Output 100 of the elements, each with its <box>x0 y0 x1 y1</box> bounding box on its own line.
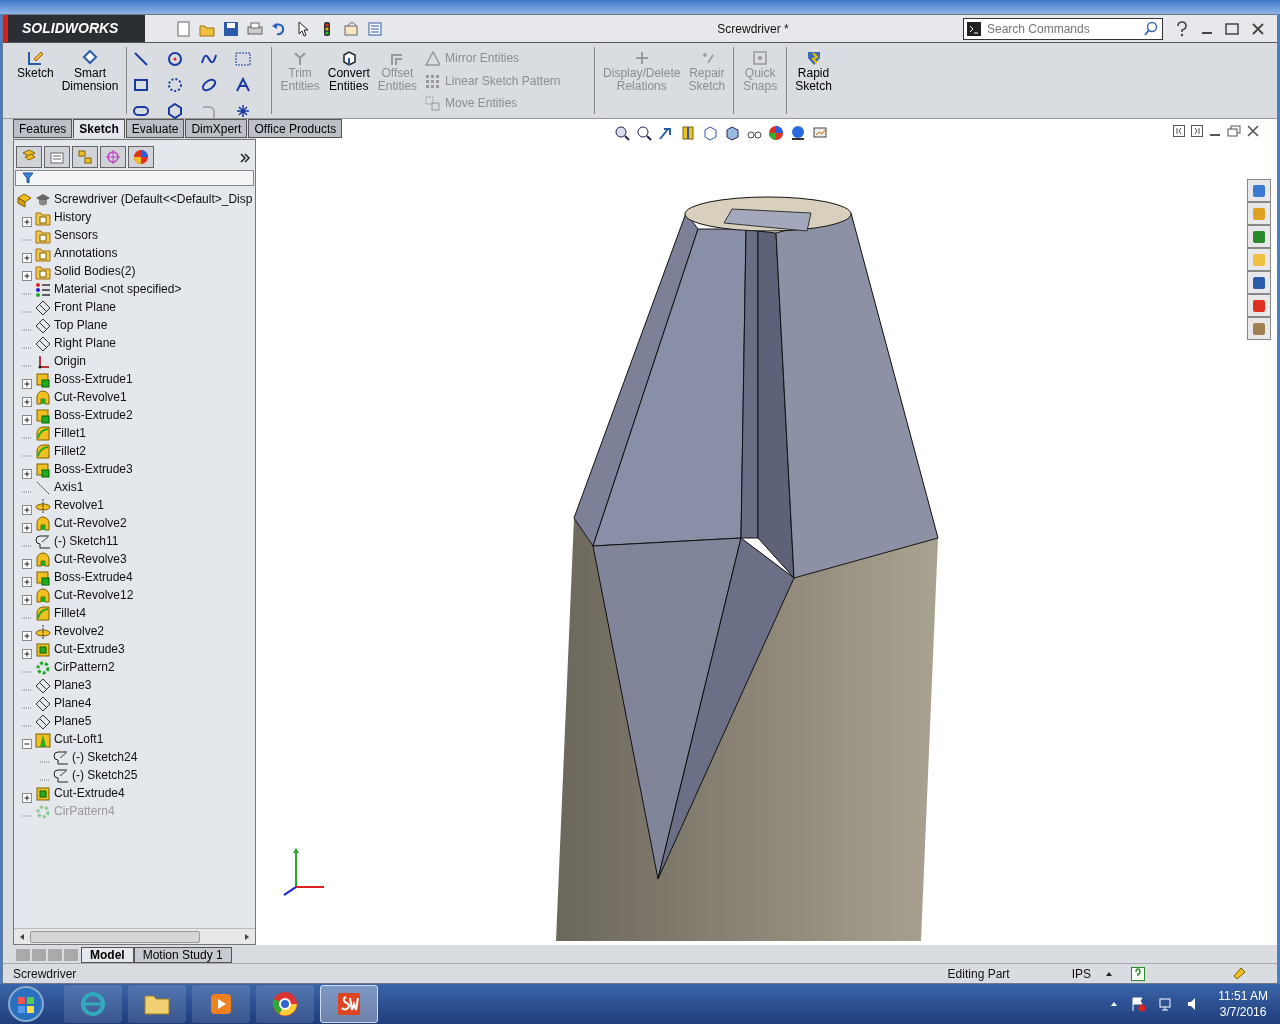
expand-icon[interactable] <box>22 414 32 425</box>
tab[interactable]: Motion Study 1 <box>133 947 232 963</box>
tree-item[interactable]: History <box>54 208 92 226</box>
tab[interactable]: DimXpert <box>185 119 248 138</box>
tree-item[interactable]: Top Plane <box>54 316 108 334</box>
tree-item[interactable]: Revolve1 <box>54 496 105 514</box>
scene-icon[interactable] <box>790 124 806 141</box>
tab[interactable]: Model <box>81 947 134 963</box>
close-icon[interactable] <box>1247 125 1259 137</box>
view-orientation-icon[interactable] <box>702 124 718 141</box>
tree-item[interactable]: (-) Sketch24 <box>72 748 138 766</box>
search-field[interactable]: Search Commands <box>984 17 1140 40</box>
property-manager-icon[interactable] <box>49 149 65 165</box>
tree-item[interactable]: Material <not specified> <box>54 280 182 298</box>
select-arrow-icon[interactable] <box>295 21 311 38</box>
ribbon-button[interactable]: Rapid Sketch <box>793 47 834 114</box>
split-view-icon[interactable] <box>1191 125 1203 137</box>
tree-item[interactable]: Plane5 <box>54 712 92 730</box>
ellipse-tool-icon[interactable] <box>201 76 218 93</box>
tab[interactable]: Office Products <box>248 119 343 138</box>
appearance-icon[interactable] <box>768 124 784 141</box>
scrollbar-thumb[interactable] <box>30 930 200 943</box>
text-tool-icon[interactable] <box>235 76 252 93</box>
show-hidden-icons-icon[interactable] <box>1110 1000 1119 1008</box>
tree-item[interactable]: Plane4 <box>54 694 92 712</box>
expand-icon[interactable] <box>22 630 32 641</box>
tree-item[interactable]: Cut-Extrude4 <box>54 784 125 802</box>
maximize-icon[interactable] <box>1225 21 1239 36</box>
point-tool-icon[interactable] <box>235 102 252 119</box>
ribbon-button[interactable]: Smart Dimension <box>59 47 121 114</box>
tree-item[interactable]: Front Plane <box>54 298 117 316</box>
tree-item[interactable]: CirPattern2 <box>54 658 115 676</box>
print-icon[interactable] <box>247 21 263 38</box>
tree-item[interactable]: Origin <box>54 352 86 370</box>
tree-item[interactable]: Boss-Extrude4 <box>54 568 133 586</box>
cad-app-icon[interactable] <box>335 990 363 1018</box>
tree-item[interactable]: Sensors <box>54 226 99 244</box>
expand-icon[interactable] <box>22 252 32 263</box>
expand-icon[interactable] <box>22 522 32 533</box>
tree-item[interactable]: (-) Sketch25 <box>72 766 138 784</box>
appearance-icon[interactable] <box>133 149 149 165</box>
tree-item[interactable]: Screwdriver (Default<<Default>_Disp <box>54 190 253 208</box>
tree-item[interactable]: Boss-Extrude3 <box>54 460 133 478</box>
expand-icon[interactable] <box>22 216 32 227</box>
rectangle-tool-icon[interactable] <box>133 76 150 93</box>
custom-properties-icon[interactable] <box>1251 320 1267 337</box>
display-style-icon[interactable] <box>724 124 740 141</box>
tab[interactable]: Sketch <box>73 119 125 138</box>
browser-icon[interactable] <box>79 990 107 1018</box>
tree-item[interactable]: Fillet4 <box>54 604 86 622</box>
tree-item[interactable]: Solid Bodies(2) <box>54 262 136 280</box>
tree-item[interactable]: Cut-Extrude3 <box>54 640 125 658</box>
tree-item[interactable]: Cut-Loft1 <box>54 730 104 748</box>
expand-icon[interactable] <box>22 396 32 407</box>
scroll-left-icon[interactable] <box>18 932 26 941</box>
line-tool-icon[interactable] <box>133 50 150 67</box>
appearances-icon[interactable] <box>1251 297 1267 314</box>
tab[interactable]: Features <box>13 119 73 138</box>
expand-icon[interactable] <box>22 270 32 281</box>
undo-icon[interactable] <box>271 21 287 38</box>
expand-icon[interactable] <box>22 792 32 803</box>
configuration-icon[interactable] <box>77 149 93 165</box>
ribbon-button[interactable]: Sketch <box>15 47 56 114</box>
tree-item[interactable]: Revolve2 <box>54 622 105 640</box>
expand-icon[interactable] <box>22 594 32 605</box>
expand-panel-icon[interactable] <box>240 152 250 163</box>
clock-date[interactable]: 3/7/2016 <box>1218 1004 1268 1020</box>
view-palette-icon[interactable] <box>1251 274 1267 291</box>
close-icon[interactable] <box>1251 21 1265 36</box>
tree-item[interactable]: Boss-Extrude1 <box>54 370 133 388</box>
tag-icon[interactable] <box>1231 965 1247 982</box>
scroll-right-icon[interactable] <box>243 932 251 941</box>
ribbon-button[interactable]: Convert Entities <box>325 47 372 114</box>
tree-item[interactable]: Fillet1 <box>54 424 86 442</box>
help-icon[interactable] <box>1175 20 1189 37</box>
units-text[interactable]: IPS <box>1071 964 1091 983</box>
resources-icon[interactable] <box>1251 182 1267 199</box>
options-icon[interactable] <box>343 21 359 38</box>
save-icon[interactable] <box>223 21 239 38</box>
tree-item[interactable]: Cut-Revolve1 <box>54 388 127 406</box>
tree-item[interactable]: Boss-Extrude2 <box>54 406 133 424</box>
tree-item[interactable]: Annotations <box>54 244 118 262</box>
list-icon[interactable] <box>367 21 383 38</box>
view-settings-icon[interactable] <box>812 124 828 141</box>
tree-item[interactable]: Cut-Revolve2 <box>54 514 127 532</box>
chrome-icon[interactable] <box>271 990 299 1018</box>
tree-item[interactable]: Cut-Revolve3 <box>54 550 127 568</box>
collapse-icon[interactable] <box>22 738 32 749</box>
expand-icon[interactable] <box>22 504 32 515</box>
dimxpert-icon[interactable] <box>105 149 121 165</box>
design-library-icon[interactable] <box>1251 228 1267 245</box>
filter-field[interactable] <box>15 170 254 186</box>
zoom-fit-icon[interactable] <box>614 124 630 141</box>
circle-tool-icon[interactable] <box>167 50 184 67</box>
tree-item[interactable]: Plane3 <box>54 676 92 694</box>
tree-item[interactable]: Right Plane <box>54 334 117 352</box>
polygon-tool-icon[interactable] <box>167 102 184 119</box>
search-icon[interactable] <box>1143 20 1159 37</box>
tree-item[interactable]: Fillet2 <box>54 442 86 460</box>
start-button-icon[interactable] <box>6 984 46 1024</box>
